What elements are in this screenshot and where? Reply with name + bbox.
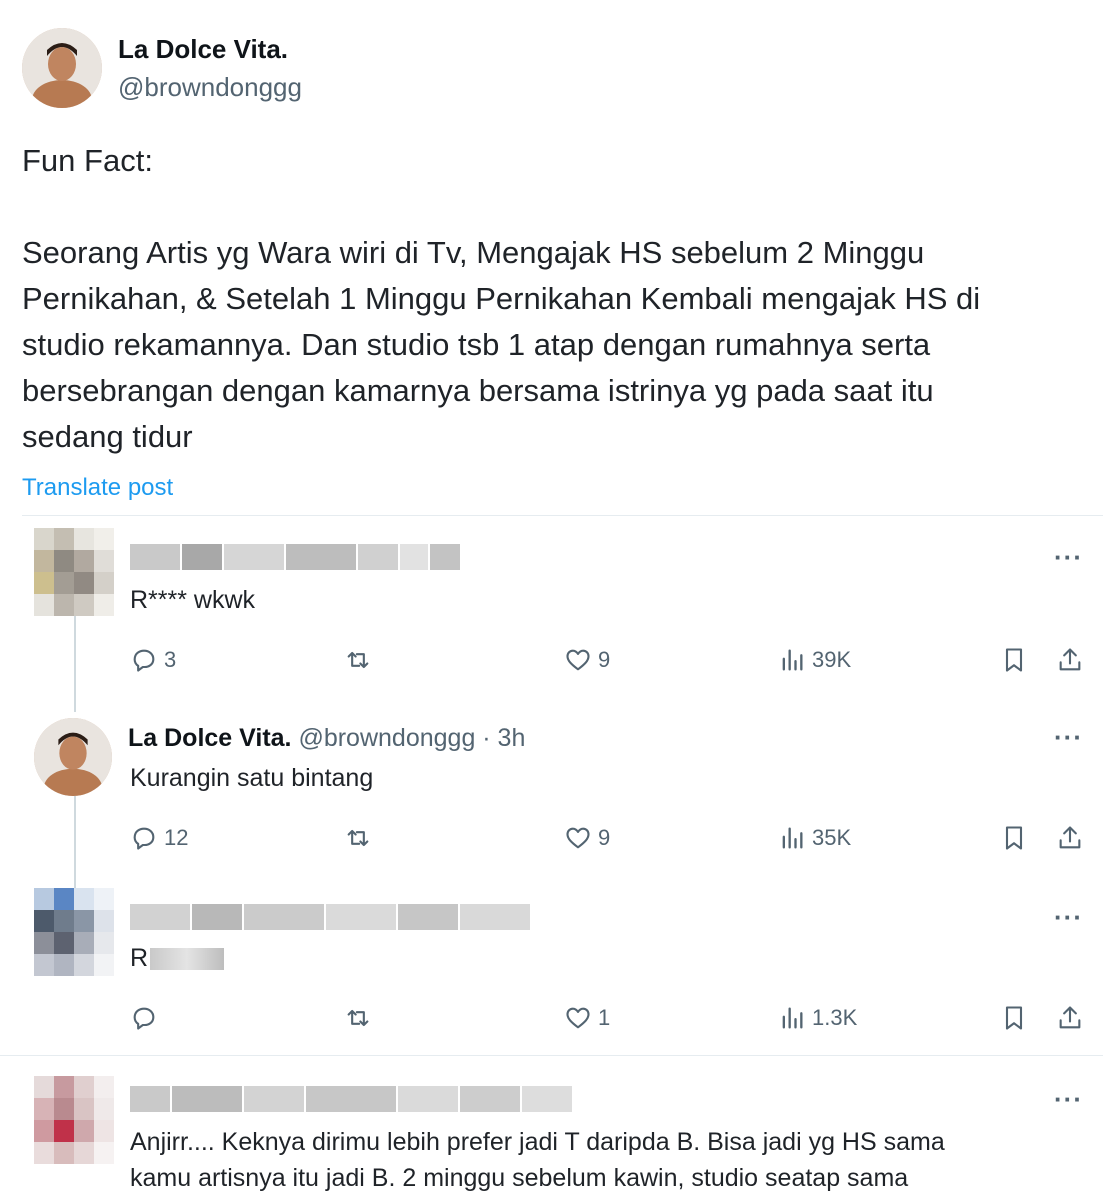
action-bar: 12 9 35K xyxy=(0,820,1103,856)
bookmark-icon xyxy=(1005,1006,1023,1030)
blurred-username xyxy=(130,1086,572,1112)
views-button[interactable]: 35K xyxy=(778,820,851,856)
bookmark-button[interactable] xyxy=(1000,642,1028,678)
reply-text-prefix: R xyxy=(130,944,149,972)
bookmark-icon xyxy=(1005,648,1023,672)
like-button[interactable]: 1 xyxy=(564,1000,610,1036)
reply-button[interactable]: 3 xyxy=(130,642,176,678)
bookmark-button[interactable] xyxy=(1000,820,1028,856)
blurred-username xyxy=(130,544,460,570)
action-bar: 3 9 39K xyxy=(0,642,1103,678)
heart-icon xyxy=(566,1007,590,1029)
more-options-icon[interactable]: ··· xyxy=(1054,722,1083,753)
post-text: Fun Fact: Seorang Artis yg Wara wiri di … xyxy=(22,138,1082,460)
author-name[interactable]: La Dolce Vita. xyxy=(118,32,302,66)
post-text-line: Seorang Artis yg Wara wiri di Tv, Mengaj… xyxy=(22,235,925,270)
like-button[interactable]: 9 xyxy=(564,642,610,678)
like-count: 1 xyxy=(598,1005,611,1030)
reply-count: 12 xyxy=(164,825,189,850)
reply-item[interactable]: ··· R**** wkwk 3 9 39K xyxy=(0,528,1103,708)
avatar[interactable] xyxy=(34,718,112,796)
comment-icon xyxy=(133,1007,155,1030)
avatar[interactable] xyxy=(22,28,102,108)
reply-item[interactable]: ··· Anjirr.... Keknya dirimu lebih prefe… xyxy=(0,1072,1103,1200)
reply-text: R**** wkwk xyxy=(130,586,256,614)
reply-count: 3 xyxy=(164,647,177,672)
views-button[interactable]: 1.3K xyxy=(778,1000,857,1036)
blurred-username xyxy=(130,904,530,930)
repost-icon xyxy=(347,1009,369,1027)
reply-author-name[interactable]: La Dolce Vita. xyxy=(128,724,292,752)
avatar[interactable] xyxy=(34,528,114,616)
more-options-icon[interactable]: ··· xyxy=(1054,902,1083,933)
reply-text-line: Anjirr.... Keknya dirimu lebih prefer ja… xyxy=(130,1128,945,1156)
reply-item[interactable]: ··· R 1 1.3K xyxy=(0,888,1103,1048)
like-count: 9 xyxy=(598,825,611,850)
repost-button[interactable] xyxy=(344,820,372,856)
share-button[interactable] xyxy=(1056,1000,1084,1036)
post-text-line: Pernikahan, & Setelah 1 Minggu Pernikaha… xyxy=(22,281,981,316)
censored-text xyxy=(150,948,225,971)
share-icon xyxy=(1059,1006,1081,1029)
views-chart-icon xyxy=(782,1007,803,1029)
share-button[interactable] xyxy=(1056,642,1084,678)
divider xyxy=(22,515,1103,516)
post-text-line: Fun Fact: xyxy=(22,143,153,178)
reply-button[interactable]: 12 xyxy=(130,820,188,856)
reply-text-line: kamu artisnya itu jadi B. 2 minggu sebel… xyxy=(130,1164,909,1192)
post-text-line: bersebrangan dengan kamarnya bersama ist… xyxy=(22,373,934,408)
share-icon xyxy=(1059,648,1081,671)
post-header: La Dolce Vita. @browndonggg xyxy=(22,26,302,110)
reply-text: R xyxy=(130,940,226,976)
repost-button[interactable] xyxy=(344,642,372,678)
like-count: 9 xyxy=(598,647,611,672)
avatar[interactable] xyxy=(34,1076,114,1164)
post-text-line: studio rekamannya. Dan studio tsb 1 atap… xyxy=(22,327,931,362)
more-options-icon[interactable]: ··· xyxy=(1054,542,1083,573)
avatar[interactable] xyxy=(34,888,114,976)
bookmark-button[interactable] xyxy=(1000,1000,1028,1036)
comment-icon xyxy=(133,649,155,672)
views-chart-icon xyxy=(782,649,803,671)
reply-header: La Dolce Vita. @browndonggg · 3h xyxy=(128,722,525,754)
views-count: 35K xyxy=(812,825,852,850)
share-icon xyxy=(1059,826,1081,849)
views-button[interactable]: 39K xyxy=(778,642,851,678)
repost-button[interactable] xyxy=(344,1000,372,1036)
divider xyxy=(0,1055,1103,1056)
bookmark-icon xyxy=(1005,826,1023,850)
translate-post-link[interactable]: Translate post xyxy=(22,474,173,502)
reply-item[interactable]: La Dolce Vita. @browndonggg · 3h ··· Kur… xyxy=(0,716,1103,886)
action-bar: 1 1.3K xyxy=(0,1000,1103,1036)
views-count: 1.3K xyxy=(812,1005,858,1030)
heart-icon xyxy=(566,649,590,671)
more-options-icon[interactable]: ··· xyxy=(1054,1084,1083,1115)
reply-button[interactable] xyxy=(130,1000,164,1036)
repost-icon xyxy=(347,829,369,847)
views-chart-icon xyxy=(782,827,803,849)
heart-icon xyxy=(566,827,590,849)
reply-text: Kurangin satu bintang xyxy=(130,764,374,792)
author-handle[interactable]: @browndonggg xyxy=(118,70,302,104)
reply-text: Anjirr.... Keknya dirimu lebih prefer ja… xyxy=(130,1124,945,1196)
comment-icon xyxy=(133,827,155,850)
reply-author-handle[interactable]: @browndonggg · 3h xyxy=(298,724,525,752)
like-button[interactable]: 9 xyxy=(564,820,610,856)
views-count: 39K xyxy=(812,647,852,672)
share-button[interactable] xyxy=(1056,820,1084,856)
post-text-line: sedang tidur xyxy=(22,419,193,454)
repost-icon xyxy=(347,651,369,669)
